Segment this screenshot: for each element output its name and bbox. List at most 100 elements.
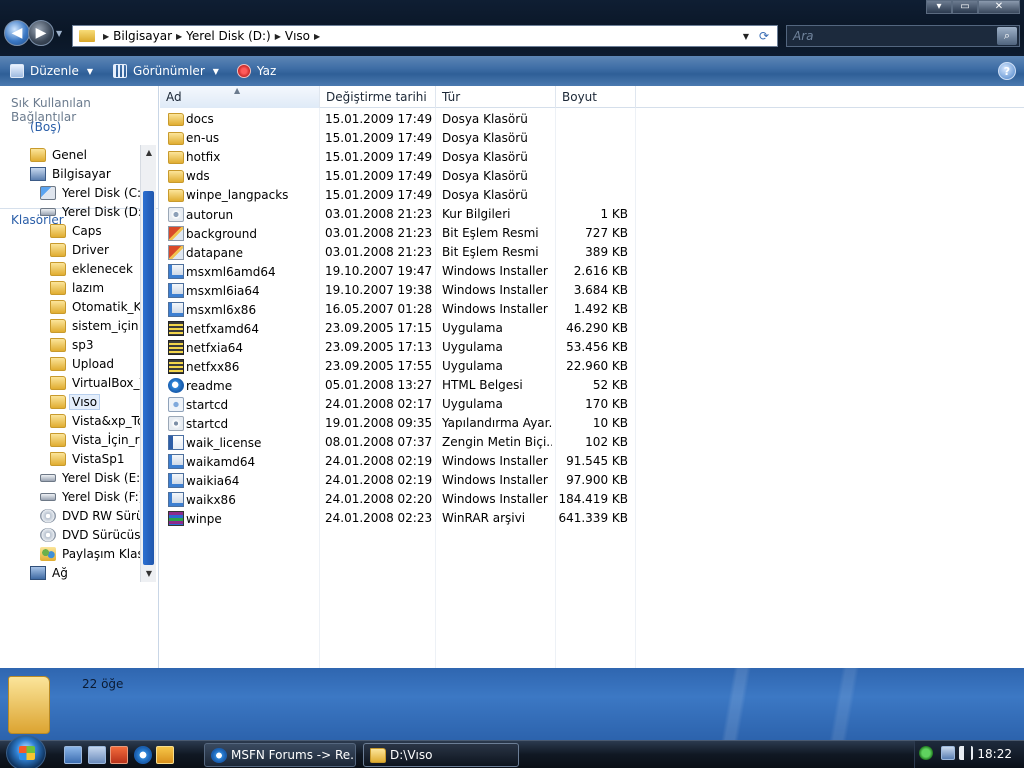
folder-icon [168, 188, 184, 202]
minimize-button[interactable]: ▾ [926, 0, 952, 14]
breadcrumb-chevron-icon[interactable]: ▶ [275, 32, 281, 41]
tree-item[interactable]: eklenecek [50, 260, 140, 278]
network-status-icon[interactable] [941, 746, 955, 760]
maximize-button[interactable]: ▭ [952, 0, 978, 14]
refresh-icon[interactable]: ⟳ [755, 27, 773, 45]
breadcrumb-viso[interactable]: Vıso [285, 29, 310, 43]
tree-item[interactable]: Yerel Disk (D:) [40, 203, 140, 221]
column-header-size[interactable]: Boyut [556, 86, 636, 108]
tree-item[interactable]: Yerel Disk (C:) [40, 184, 140, 202]
organize-button[interactable]: Düzenle ▼ [10, 64, 93, 78]
breadcrumb-chevron-icon[interactable]: ▶ [314, 32, 320, 41]
volume-icon[interactable] [959, 746, 973, 760]
file-type: Uygulama [442, 359, 503, 373]
file-row[interactable]: waik_license 08.01.2008 07:37 Zengin Metin… [160, 433, 640, 452]
search-icon[interactable]: ⌕ [997, 27, 1017, 45]
file-row[interactable]: netfxx86 23.09.2005 17:55 Uygulama 22.960 K… [160, 357, 640, 376]
file-row[interactable]: msxml6ia64 19.10.2007 19:38 Windows Instal… [160, 281, 640, 300]
file-size: 22.960 KB [566, 359, 628, 373]
taskbar-button-browser[interactable]: MSFN Forums -> Re... [204, 743, 356, 767]
media-player-icon[interactable] [110, 746, 128, 764]
folder-icon [8, 676, 50, 734]
tree-item[interactable]: VistaSp1 [50, 450, 140, 468]
address-bar[interactable]: ▶ Bilgisayar ▶ Yerel Disk (D:) ▶ Vıso ▶ … [72, 25, 778, 47]
tree-item[interactable]: Yerel Disk (F:) [40, 488, 140, 506]
messenger-icon[interactable] [919, 746, 933, 760]
tree-item[interactable]: Vista_İçin_res [50, 431, 140, 449]
file-row[interactable]: startcd 19.01.2008 09:35 Yapılandırma Ayar… [160, 414, 640, 433]
close-button[interactable]: ✕ [978, 0, 1020, 14]
file-row[interactable]: startcd 24.01.2008 02:17 Uygulama 170 KB [160, 395, 640, 414]
column-header-name[interactable]: Ad ▲ [160, 86, 320, 108]
startcd-app-icon [168, 397, 184, 412]
tree-item[interactable]: DVD Sürücüsü [40, 526, 140, 544]
tree-item[interactable]: Genel [30, 146, 140, 164]
views-button[interactable]: Görünümler ▼ [113, 64, 219, 78]
tree-item[interactable]: sp3 [50, 336, 140, 354]
column-header-type[interactable]: Tür [436, 86, 556, 108]
tree-item[interactable]: Yerel Disk (E:) [40, 469, 140, 487]
print-button[interactable]: Yaz [236, 64, 276, 78]
scroll-down-icon[interactable]: ▼ [141, 566, 157, 582]
search-box[interactable]: Ara ⌕ [786, 25, 1020, 47]
clock[interactable]: 18:22 [977, 741, 1012, 768]
tree-item[interactable]: DVD RW Sürüc [40, 507, 140, 525]
file-row[interactable]: waikx86 24.01.2008 02:20 Windows Installer… [160, 490, 640, 509]
file-row[interactable]: datapane 03.01.2008 21:23 Bit Eşlem Resmi 3… [160, 243, 640, 262]
winrar-archive-icon [168, 511, 184, 526]
file-row[interactable]: waikia64 24.01.2008 02:19 Windows Installe… [160, 471, 640, 490]
tree-item[interactable]: Upload [50, 355, 140, 373]
tree-item[interactable]: Ağ [30, 564, 140, 582]
file-row[interactable]: docs 15.01.2009 17:49 Dosya Klasörü [160, 110, 640, 129]
file-row[interactable]: msxml6amd64 19.10.2007 19:47 Windows Insta… [160, 262, 640, 281]
folder-tree-scrollbar[interactable]: ▲ ▼ [140, 145, 156, 582]
tree-item[interactable]: sistem_için [50, 317, 140, 335]
file-row[interactable]: netfxamd64 23.09.2005 17:15 Uygulama 46.290… [160, 319, 640, 338]
breadcrumb-chevron-icon[interactable]: ▶ [176, 32, 182, 41]
tree-item[interactable]: Vıso [50, 393, 140, 411]
file-row[interactable]: winpe_langpacks 15.01.2009 17:49 Dosya Kla… [160, 186, 640, 205]
start-button[interactable] [6, 735, 46, 768]
html-document-icon [168, 378, 184, 393]
help-button[interactable]: ? [998, 62, 1016, 80]
file-row[interactable]: waikamd64 24.01.2008 02:19 Windows Install… [160, 452, 640, 471]
tree-item[interactable]: Paylaşım Klasö [40, 545, 140, 563]
tree-item[interactable]: Bilgisayar [30, 165, 140, 183]
file-row[interactable]: netfxia64 23.09.2005 17:13 Uygulama 53.456 … [160, 338, 640, 357]
tree-item[interactable]: Otomatik_Ku [50, 298, 140, 316]
file-name-cell: netfxia64 [168, 340, 318, 355]
switch-windows-icon[interactable] [88, 746, 106, 764]
file-row[interactable]: background 03.01.2008 21:23 Bit Eşlem Resm… [160, 224, 640, 243]
file-row[interactable]: winpe 24.01.2008 02:23 WinRAR arşivi 641.33… [160, 509, 640, 528]
scroll-up-icon[interactable]: ▲ [141, 145, 157, 161]
tree-item[interactable]: Vista&xp_To [50, 412, 140, 430]
video-player-icon[interactable] [156, 746, 174, 764]
file-row[interactable]: hotfix 15.01.2009 17:49 Dosya Klasörü [160, 148, 640, 167]
taskbar-button-explorer[interactable]: D:\Vıso [363, 743, 519, 767]
computer-icon [30, 167, 46, 181]
file-row[interactable]: readme 05.01.2008 13:27 HTML Belgesi 52 KB [160, 376, 640, 395]
address-history-dropdown-icon[interactable]: ▼ [743, 32, 749, 41]
breadcrumb-computer[interactable]: Bilgisayar [113, 29, 172, 43]
breadcrumb-drive-d[interactable]: Yerel Disk (D:) [186, 29, 271, 43]
tree-item[interactable]: Driver [50, 241, 140, 259]
internet-explorer-icon[interactable] [134, 746, 152, 764]
file-row[interactable]: msxml6x86 16.05.2007 01:28 Windows Install… [160, 300, 640, 319]
tree-item-label: DVD RW Sürüc [62, 509, 140, 523]
breadcrumb-chevron-icon[interactable]: ▶ [103, 32, 109, 41]
tree-item[interactable]: VirtualBox_VI [50, 374, 140, 392]
recent-pages-dropdown[interactable]: ▼ [56, 29, 62, 38]
file-row[interactable]: autorun 03.01.2008 21:23 Kur Bilgileri 1 KB [160, 205, 640, 224]
show-desktop-icon[interactable] [64, 746, 82, 764]
dvd-icon [40, 509, 56, 523]
file-type: Kur Bilgileri [442, 207, 511, 221]
forward-button[interactable]: ▶ [28, 20, 54, 46]
scrollbar-thumb[interactable] [143, 191, 154, 565]
folder-icon [50, 452, 66, 466]
column-header-date[interactable]: Değiştirme tarihi [320, 86, 436, 108]
tree-item[interactable]: Caps [50, 222, 140, 240]
tree-item[interactable]: lazım [50, 279, 140, 297]
file-row[interactable]: wds 15.01.2009 17:49 Dosya Klasörü [160, 167, 640, 186]
back-button[interactable]: ◀ [4, 20, 30, 46]
file-row[interactable]: en-us 15.01.2009 17:49 Dosya Klasörü [160, 129, 640, 148]
